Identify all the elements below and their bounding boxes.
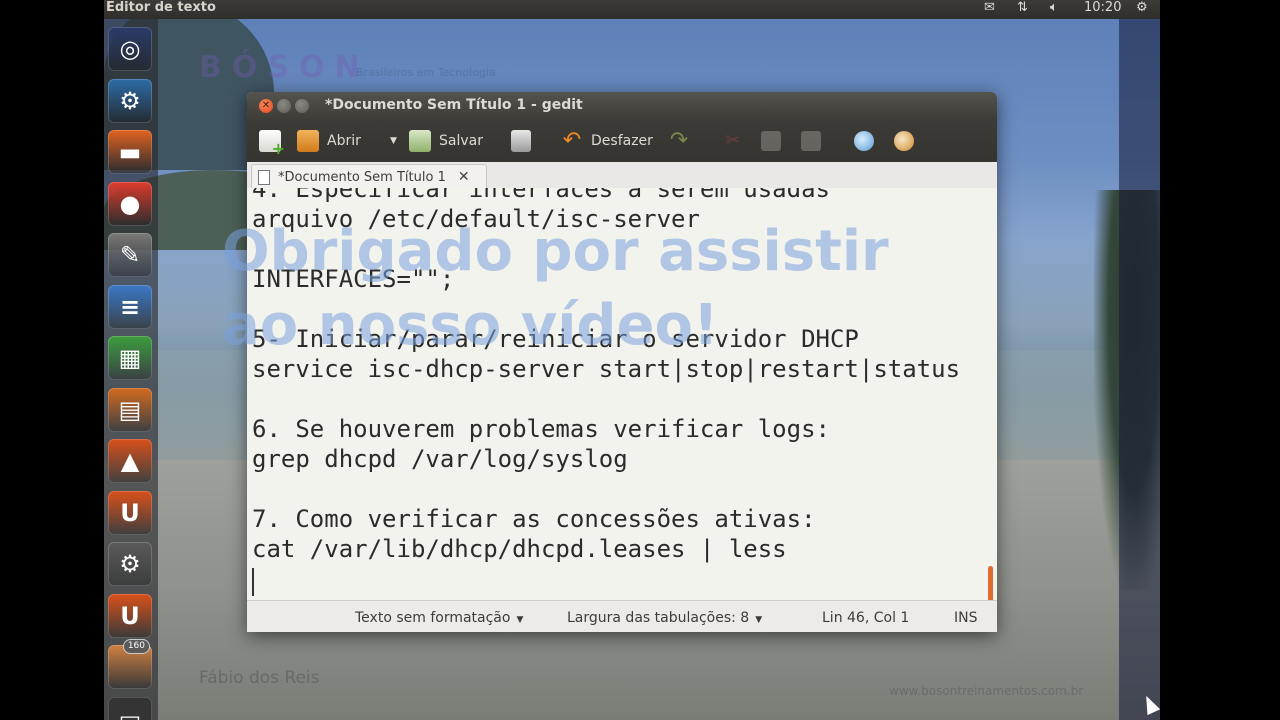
active-app-title: Editor de texto <box>106 0 216 15</box>
launcher-item-settings[interactable]: ⚙ <box>108 542 152 586</box>
launcher-item-software-center[interactable]: ▲ <box>108 439 152 483</box>
count-badge: 160 <box>122 639 150 654</box>
undo-icon: ↶ <box>562 128 582 153</box>
text-caret <box>252 568 254 596</box>
impress-icon: ▤ <box>118 395 142 424</box>
watermark-brand-subtitle: Brasileiros em Tecnologia <box>356 66 496 79</box>
tab-width-selector[interactable]: Largura das tabulações: 8 ▼ <box>567 610 762 626</box>
toolbar: Abrir ▼ Salvar ↶ Desfazer ↷ ✂ <box>247 120 997 162</box>
tab-width-label: Largura das tabulações: 8 <box>567 610 750 626</box>
launcher-item-terminal[interactable]: ▭ <box>108 696 152 720</box>
redo-button[interactable]: ↷ <box>668 129 690 153</box>
launcher: ◎ ⚙ ▬ ● ✎ ≡ ▦ ▤ ▲ U ⚙ U 160 ▭ <box>104 19 158 720</box>
chrome-icon: ● <box>119 189 141 218</box>
chevron-down-icon: ▼ <box>755 615 763 625</box>
minimize-button[interactable] <box>277 99 291 113</box>
new-document-icon <box>259 130 285 158</box>
tab-label: *Documento Sem Título 1 <box>278 169 446 185</box>
launcher-item-calc[interactable]: ▦ <box>108 336 152 380</box>
undo-button[interactable]: ↶ Desfazer <box>561 129 653 153</box>
desktop: BÓSON Brasileiros em Tecnologia Fábio do… <box>104 0 1160 720</box>
watermark-author: Fábio dos Reis <box>199 668 320 688</box>
vertical-scrollbar[interactable] <box>988 566 993 600</box>
printer-icon <box>511 130 531 152</box>
undo-label: Desfazer <box>591 133 653 149</box>
launcher-item-python[interactable]: ⚙ <box>108 78 152 123</box>
redo-icon: ↷ <box>669 128 689 153</box>
copy-button[interactable] <box>761 129 781 153</box>
gedit-window: ✕ *Documento Sem Título 1 - gedit Abrir … <box>247 92 997 632</box>
calc-icon: ▦ <box>118 344 142 372</box>
document-text[interactable]: 4. Especificar interfaces a serem usadas… <box>252 188 960 564</box>
maximize-button[interactable] <box>295 99 309 113</box>
launcher-item-files[interactable]: ▬ <box>108 130 152 174</box>
update-manager-icon: U <box>120 601 140 630</box>
network-icon[interactable]: ⇅ <box>1017 0 1028 15</box>
tab-bar: *Documento Sem Título 1 ✕ <box>247 162 997 189</box>
cut-button[interactable]: ✂ <box>723 129 743 153</box>
settings-icon: ⚙ <box>119 550 141 578</box>
ubuntu-one-icon: U <box>120 498 140 527</box>
launcher-item-update-manager[interactable]: U <box>108 593 152 638</box>
open-recent-dropdown[interactable]: ▼ <box>380 129 397 153</box>
find-button[interactable] <box>854 129 874 153</box>
print-button[interactable] <box>511 129 539 153</box>
launcher-item-writer[interactable]: ≡ <box>108 284 152 329</box>
new-document-button[interactable] <box>259 129 289 158</box>
chevron-down-icon: ▼ <box>516 615 524 625</box>
watermark-site: www.bosontreinamentos.com.br <box>889 684 1084 698</box>
terminal-icon: ▭ <box>118 704 142 720</box>
cursor-position: Lin 46, Col 1 <box>822 610 910 626</box>
watermark-brand: BÓSON <box>199 50 370 85</box>
document-icon <box>258 169 270 185</box>
replace-button[interactable] <box>894 129 914 153</box>
insert-mode: INS <box>954 610 978 626</box>
status-bar: Texto sem formatação ▼ Largura das tabula… <box>247 600 997 632</box>
launcher-item-ubuntu-one[interactable]: U <box>108 490 152 535</box>
save-label: Salvar <box>439 133 483 149</box>
paste-button[interactable] <box>801 129 821 153</box>
gear-icon[interactable]: ⚙ <box>1136 0 1148 15</box>
dash-home-icon: ◎ <box>119 35 141 63</box>
python-icon: ⚙ <box>119 86 141 115</box>
tab-document[interactable]: *Documento Sem Título 1 ✕ <box>251 164 487 189</box>
save-icon <box>409 130 431 152</box>
launcher-item-text-editor[interactable]: ✎ <box>108 233 152 277</box>
software-center-icon: ▲ <box>120 447 140 475</box>
files-icon: ▬ <box>118 138 142 166</box>
text-editor-icon: ✎ <box>119 241 141 269</box>
find-replace-icon <box>894 131 914 151</box>
top-panel: Editor de texto ✉ ⇅ 🔈︎ 10:20 ⚙ <box>104 0 1160 19</box>
close-icon[interactable]: ✕ <box>458 169 470 185</box>
volume-icon[interactable]: 🔈︎ <box>1050 0 1058 15</box>
chevron-down-icon: ▼ <box>390 136 397 146</box>
save-button[interactable]: Salvar <box>409 129 483 153</box>
clock[interactable]: 10:20 <box>1084 0 1121 15</box>
mail-icon[interactable]: ✉ <box>984 0 995 15</box>
writer-icon: ≡ <box>119 292 141 321</box>
background-shade <box>1119 0 1160 720</box>
launcher-item-dash-home[interactable]: ◎ <box>108 27 152 71</box>
syntax-selector[interactable]: Texto sem formatação ▼ <box>355 610 523 626</box>
close-button[interactable]: ✕ <box>259 99 273 113</box>
text-editor-area[interactable]: 4. Especificar interfaces a serem usadas… <box>247 188 997 600</box>
syntax-label: Texto sem formatação <box>355 610 511 626</box>
window-title: *Documento Sem Título 1 - gedit <box>325 97 583 113</box>
paste-icon <box>801 131 821 151</box>
scissors-icon: ✂ <box>725 130 741 151</box>
launcher-item-impress[interactable]: ▤ <box>108 387 152 432</box>
close-icon: ✕ <box>261 100 271 111</box>
copy-icon <box>761 131 781 151</box>
window-titlebar[interactable]: ✕ *Documento Sem Título 1 - gedit <box>247 92 997 120</box>
search-icon <box>854 131 874 151</box>
open-button[interactable]: Abrir <box>297 129 361 153</box>
launcher-item-chrome[interactable]: ● <box>108 181 152 226</box>
launcher-item-updates-badge-app[interactable]: 160 <box>108 639 152 689</box>
folder-icon <box>297 130 319 152</box>
open-label: Abrir <box>327 133 361 149</box>
